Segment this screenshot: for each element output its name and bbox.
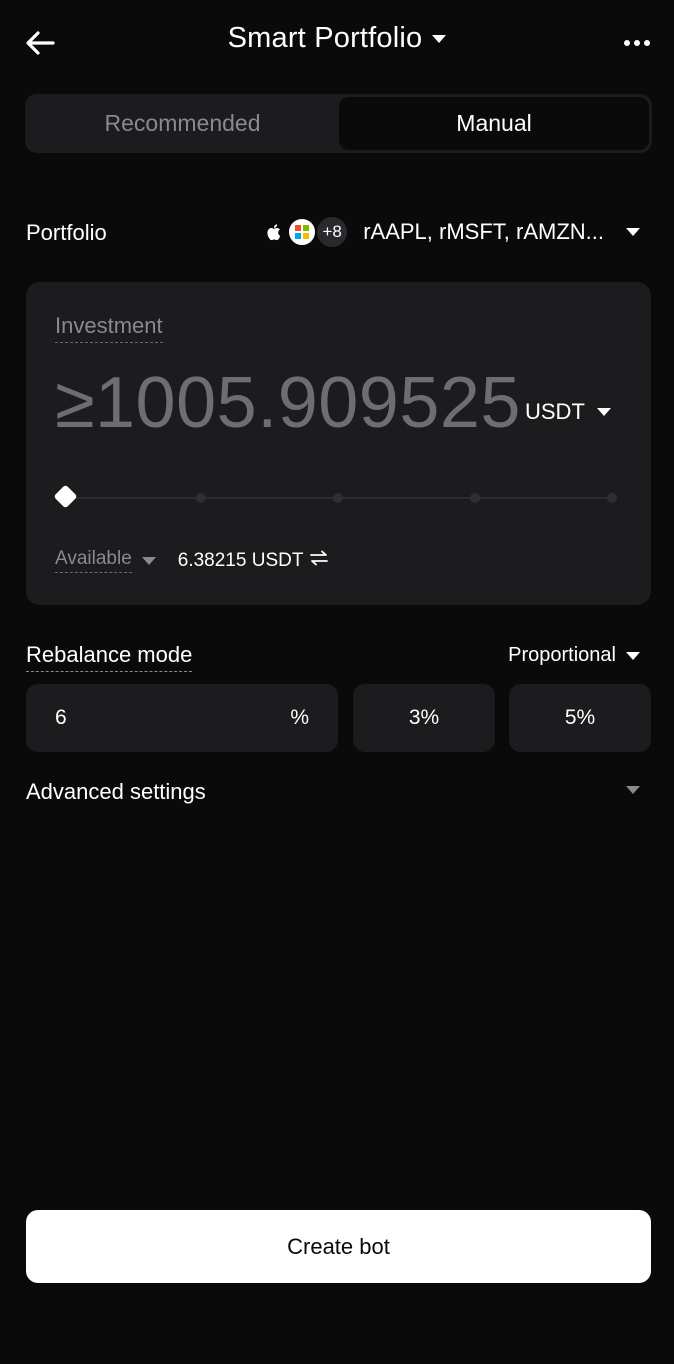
threshold-input[interactable] [55,706,255,730]
tab-manual[interactable]: Manual [339,97,649,150]
currency-label: USDT [525,399,585,424]
available-label[interactable]: Available [55,548,132,573]
tab-recommended[interactable]: Recommended [28,97,337,150]
rebalance-type-selector[interactable]: Proportional [508,644,640,667]
rebalance-row: Rebalance mode Proportional [26,640,646,672]
advanced-settings-toggle[interactable]: Advanced settings [26,776,646,812]
more-dot-icon [644,40,650,46]
more-dot-icon [634,40,640,46]
portfolio-selector[interactable]: +8 rAAPL, rMSFT, rAMZN... [261,215,640,249]
currency-selector[interactable]: USDT [525,399,611,425]
investment-slider[interactable] [53,484,617,509]
chevron-down-icon [596,408,611,416]
microsoft-icon [287,217,318,247]
rebalance-type-label: Proportional [508,644,616,666]
threshold-unit: % [290,706,309,729]
header: Smart Portfolio [0,0,674,86]
slider-tick [196,493,206,503]
chevron-down-icon[interactable] [141,556,156,565]
transfer-icon[interactable] [309,550,329,572]
threshold-field[interactable]: % [26,684,338,752]
apple-icon [261,218,290,246]
more-options-button[interactable] [622,34,652,52]
chevron-down-icon [626,228,640,236]
preset-5-percent-button[interactable]: 5% [509,684,651,752]
available-value: 6.38215 USDT [177,549,304,571]
slider-tick [470,493,480,503]
investment-amount-input[interactable]: ≥1005.909525 [55,362,521,444]
preset-3-percent-button[interactable]: 3% [353,684,495,752]
slider-thumb[interactable] [53,484,78,509]
investment-card: Investment ≥1005.909525 USDT Available 6… [26,282,651,605]
chevron-down-icon [626,786,640,794]
advanced-settings-label: Advanced settings [26,779,206,804]
rebalance-mode-label[interactable]: Rebalance mode [26,642,193,672]
page-title: Smart Portfolio [227,22,423,54]
slider-tick [607,493,617,503]
mode-segmented-control: Recommended Manual [25,94,652,153]
portfolio-label: Portfolio [26,220,107,245]
title-dropdown[interactable]: Smart Portfolio [0,22,674,55]
more-dot-icon [624,40,630,46]
portfolio-tickers: rAAPL, rMSFT, rAMZN... [363,219,604,244]
chevron-down-icon [626,651,640,660]
available-balance-row: Available 6.38215 USDT [55,548,329,573]
more-assets-badge: +8 [315,215,350,249]
create-bot-button[interactable]: Create bot [26,1210,651,1283]
chevron-down-icon [432,34,447,43]
investment-label[interactable]: Investment [55,313,163,343]
portfolio-row: Portfolio +8 rAAPL, rMSFT, rAMZN... [26,208,648,256]
slider-tick [333,493,343,503]
